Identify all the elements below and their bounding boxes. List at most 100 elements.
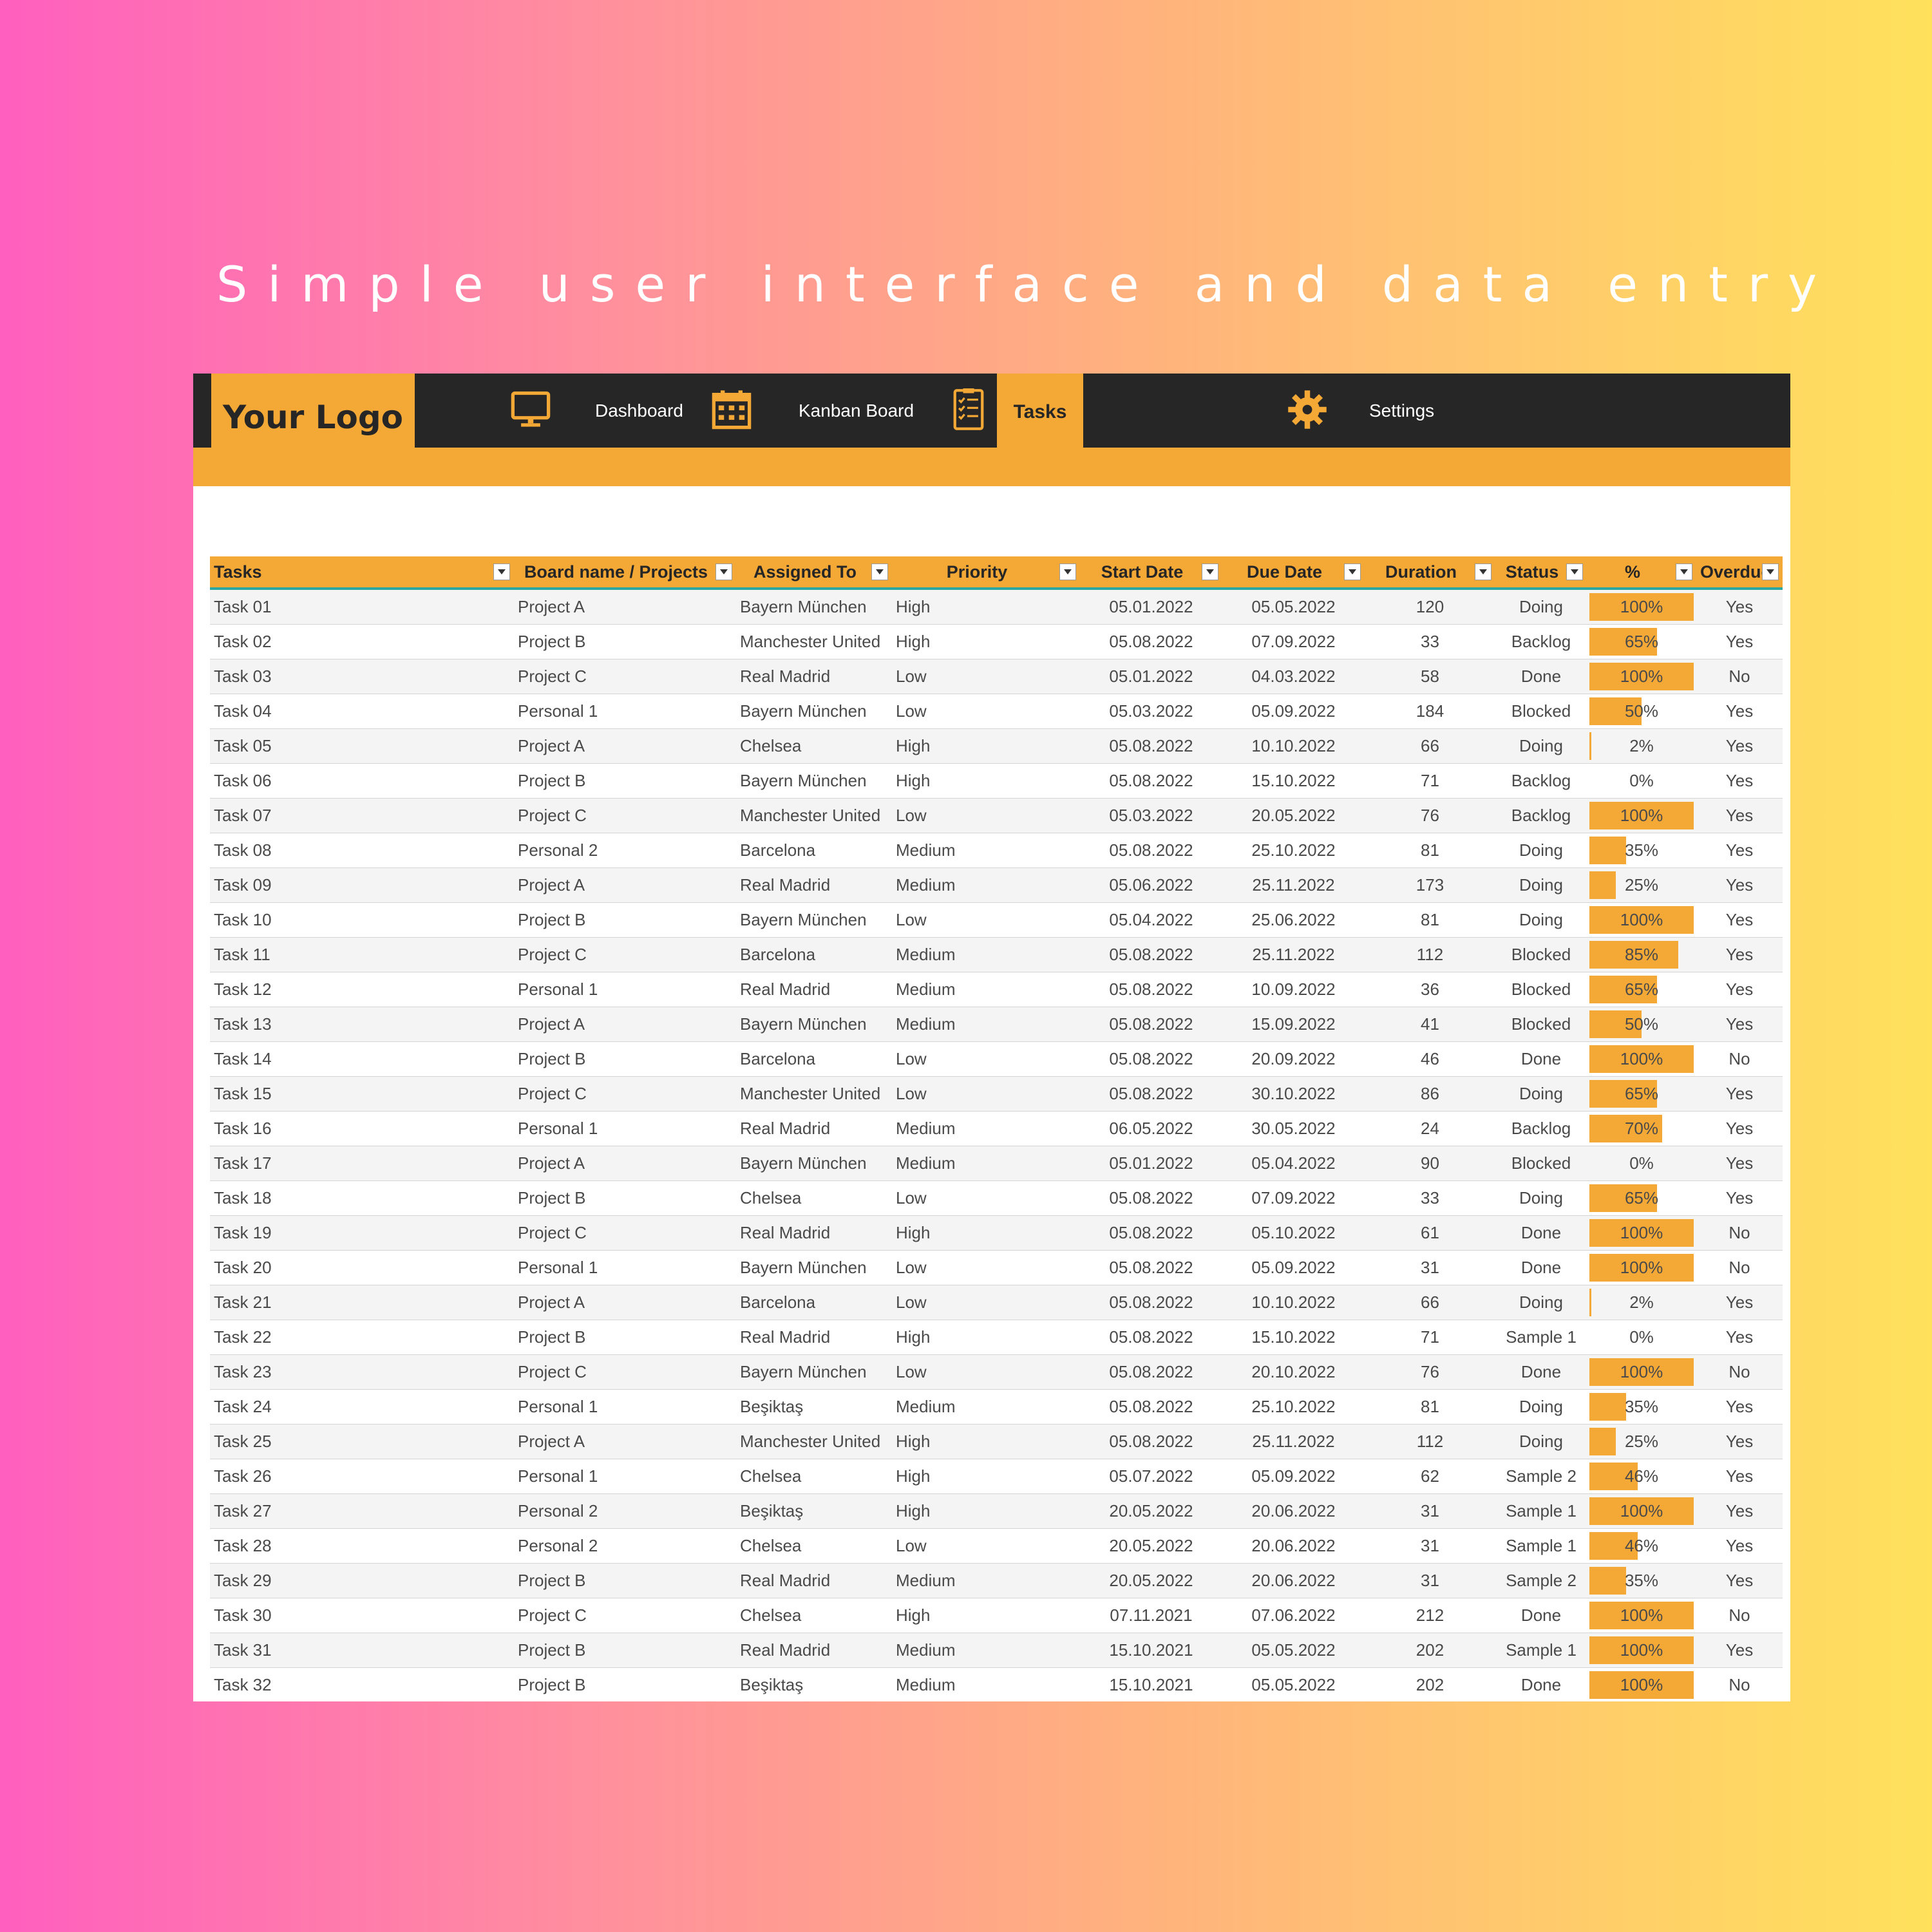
cell-priority[interactable]: Low xyxy=(892,1076,1080,1112)
cell-percent[interactable]: 65% xyxy=(1587,972,1696,1007)
filter-dropdown-icon[interactable] xyxy=(1344,564,1361,580)
cell-duration[interactable]: 66 xyxy=(1365,728,1495,764)
cell-status[interactable]: Doing xyxy=(1495,1076,1587,1112)
cell-assigned-to[interactable]: Bayern München xyxy=(736,902,892,938)
cell-due-date[interactable]: 20.05.2022 xyxy=(1222,798,1365,833)
cell-due-date[interactable]: 04.03.2022 xyxy=(1222,659,1365,694)
cell-overdue[interactable]: Yes xyxy=(1696,763,1783,799)
cell-overdue[interactable]: Yes xyxy=(1696,1633,1783,1668)
table-row[interactable]: Task 01 Project A Bayern München High 05.01.… xyxy=(210,589,1783,625)
cell-duration[interactable]: 202 xyxy=(1365,1633,1495,1668)
cell-assigned-to[interactable]: Real Madrid xyxy=(736,1111,892,1146)
cell-board[interactable]: Personal 1 xyxy=(514,1111,736,1146)
cell-board[interactable]: Personal 1 xyxy=(514,1250,736,1285)
cell-status[interactable]: Blocked xyxy=(1495,937,1587,972)
cell-status[interactable]: Doing xyxy=(1495,867,1587,903)
cell-task[interactable]: Task 10 xyxy=(210,902,514,938)
cell-task[interactable]: Task 15 xyxy=(210,1076,514,1112)
cell-task[interactable]: Task 14 xyxy=(210,1041,514,1077)
cell-overdue[interactable]: Yes xyxy=(1696,902,1783,938)
cell-task[interactable]: Task 08 xyxy=(210,833,514,868)
cell-board[interactable]: Project B xyxy=(514,763,736,799)
cell-percent[interactable]: 25% xyxy=(1587,1424,1696,1459)
cell-priority[interactable]: High xyxy=(892,624,1080,659)
cell-board[interactable]: Project C xyxy=(514,1354,736,1390)
cell-assigned-to[interactable]: Beşiktaş xyxy=(736,1667,892,1701)
cell-duration[interactable]: 112 xyxy=(1365,937,1495,972)
cell-assigned-to[interactable]: Bayern München xyxy=(736,589,892,625)
cell-percent[interactable]: 35% xyxy=(1587,1563,1696,1598)
filter-dropdown-icon[interactable] xyxy=(1202,564,1218,580)
cell-status[interactable]: Blocked xyxy=(1495,694,1587,729)
cell-assigned-to[interactable]: Real Madrid xyxy=(736,972,892,1007)
cell-duration[interactable]: 120 xyxy=(1365,589,1495,625)
table-row[interactable]: Task 27 Personal 2 Beşiktaş High 20.05.2022 2… xyxy=(210,1493,1783,1529)
cell-board[interactable]: Personal 1 xyxy=(514,972,736,1007)
cell-overdue[interactable]: Yes xyxy=(1696,1424,1783,1459)
cell-start-date[interactable]: 05.08.2022 xyxy=(1080,1076,1222,1112)
table-row[interactable]: Task 18 Project B Chelsea Low 05.08.2022 07.0… xyxy=(210,1180,1783,1216)
table-row[interactable]: Task 06 Project B Bayern München High 05.08.… xyxy=(210,763,1783,799)
cell-assigned-to[interactable]: Beşiktaş xyxy=(736,1389,892,1425)
cell-due-date[interactable]: 20.09.2022 xyxy=(1222,1041,1365,1077)
cell-task[interactable]: Task 03 xyxy=(210,659,514,694)
cell-overdue[interactable]: Yes xyxy=(1696,728,1783,764)
cell-overdue[interactable]: No xyxy=(1696,1215,1783,1251)
cell-status[interactable]: Doing xyxy=(1495,1389,1587,1425)
cell-percent[interactable]: 35% xyxy=(1587,1389,1696,1425)
cell-percent[interactable]: 100% xyxy=(1587,798,1696,833)
cell-overdue[interactable]: No xyxy=(1696,659,1783,694)
cell-board[interactable]: Project B xyxy=(514,624,736,659)
cell-assigned-to[interactable]: Real Madrid xyxy=(736,1563,892,1598)
cell-task[interactable]: Task 18 xyxy=(210,1180,514,1216)
cell-duration[interactable]: 62 xyxy=(1365,1459,1495,1494)
filter-dropdown-icon[interactable] xyxy=(493,564,510,580)
cell-duration[interactable]: 90 xyxy=(1365,1146,1495,1181)
cell-task[interactable]: Task 20 xyxy=(210,1250,514,1285)
cell-status[interactable]: Doing xyxy=(1495,1285,1587,1320)
cell-priority[interactable]: Low xyxy=(892,1041,1080,1077)
cell-start-date[interactable]: 05.08.2022 xyxy=(1080,972,1222,1007)
cell-status[interactable]: Backlog xyxy=(1495,1111,1587,1146)
cell-start-date[interactable]: 05.01.2022 xyxy=(1080,589,1222,625)
cell-board[interactable]: Personal 2 xyxy=(514,833,736,868)
cell-status[interactable]: Done xyxy=(1495,1215,1587,1251)
cell-percent[interactable]: 2% xyxy=(1587,728,1696,764)
cell-priority[interactable]: High xyxy=(892,728,1080,764)
cell-status[interactable]: Sample 1 xyxy=(1495,1493,1587,1529)
cell-status[interactable]: Sample 2 xyxy=(1495,1459,1587,1494)
cell-status[interactable]: Doing xyxy=(1495,1180,1587,1216)
cell-overdue[interactable]: Yes xyxy=(1696,833,1783,868)
cell-overdue[interactable]: Yes xyxy=(1696,1563,1783,1598)
table-row[interactable]: Task 32 Project B Beşiktaş Medium 15.10.2021… xyxy=(210,1667,1783,1701)
cell-assigned-to[interactable]: Barcelona xyxy=(736,1041,892,1077)
cell-board[interactable]: Project A xyxy=(514,1285,736,1320)
cell-task[interactable]: Task 30 xyxy=(210,1598,514,1633)
cell-duration[interactable]: 31 xyxy=(1365,1528,1495,1564)
cell-start-date[interactable]: 05.08.2022 xyxy=(1080,1424,1222,1459)
cell-due-date[interactable]: 15.09.2022 xyxy=(1222,1007,1365,1042)
cell-due-date[interactable]: 07.09.2022 xyxy=(1222,1180,1365,1216)
cell-start-date[interactable]: 05.08.2022 xyxy=(1080,624,1222,659)
cell-due-date[interactable]: 05.05.2022 xyxy=(1222,1667,1365,1701)
cell-assigned-to[interactable]: Manchester United xyxy=(736,798,892,833)
nav-tasks-active[interactable]: Tasks xyxy=(997,374,1083,448)
cell-due-date[interactable]: 10.10.2022 xyxy=(1222,1285,1365,1320)
table-row[interactable]: Task 30 Project C Chelsea High 07.11.2021 07.… xyxy=(210,1598,1783,1633)
cell-board[interactable]: Project C xyxy=(514,1215,736,1251)
cell-status[interactable]: Doing xyxy=(1495,589,1587,625)
cell-duration[interactable]: 24 xyxy=(1365,1111,1495,1146)
cell-percent[interactable]: 85% xyxy=(1587,937,1696,972)
cell-assigned-to[interactable]: Real Madrid xyxy=(736,1320,892,1355)
table-row[interactable]: Task 12 Personal 1 Real Madrid Medium 05.08.… xyxy=(210,972,1783,1007)
table-row[interactable]: Task 21 Project A Barcelona Low 05.08.2022 10… xyxy=(210,1285,1783,1320)
cell-assigned-to[interactable]: Chelsea xyxy=(736,1459,892,1494)
monitor-icon[interactable] xyxy=(507,386,554,433)
cell-duration[interactable]: 31 xyxy=(1365,1250,1495,1285)
cell-start-date[interactable]: 05.01.2022 xyxy=(1080,1146,1222,1181)
cell-task[interactable]: Task 32 xyxy=(210,1667,514,1701)
cell-due-date[interactable]: 05.05.2022 xyxy=(1222,589,1365,625)
cell-priority[interactable]: Low xyxy=(892,1285,1080,1320)
cell-duration[interactable]: 81 xyxy=(1365,902,1495,938)
cell-overdue[interactable]: Yes xyxy=(1696,1389,1783,1425)
